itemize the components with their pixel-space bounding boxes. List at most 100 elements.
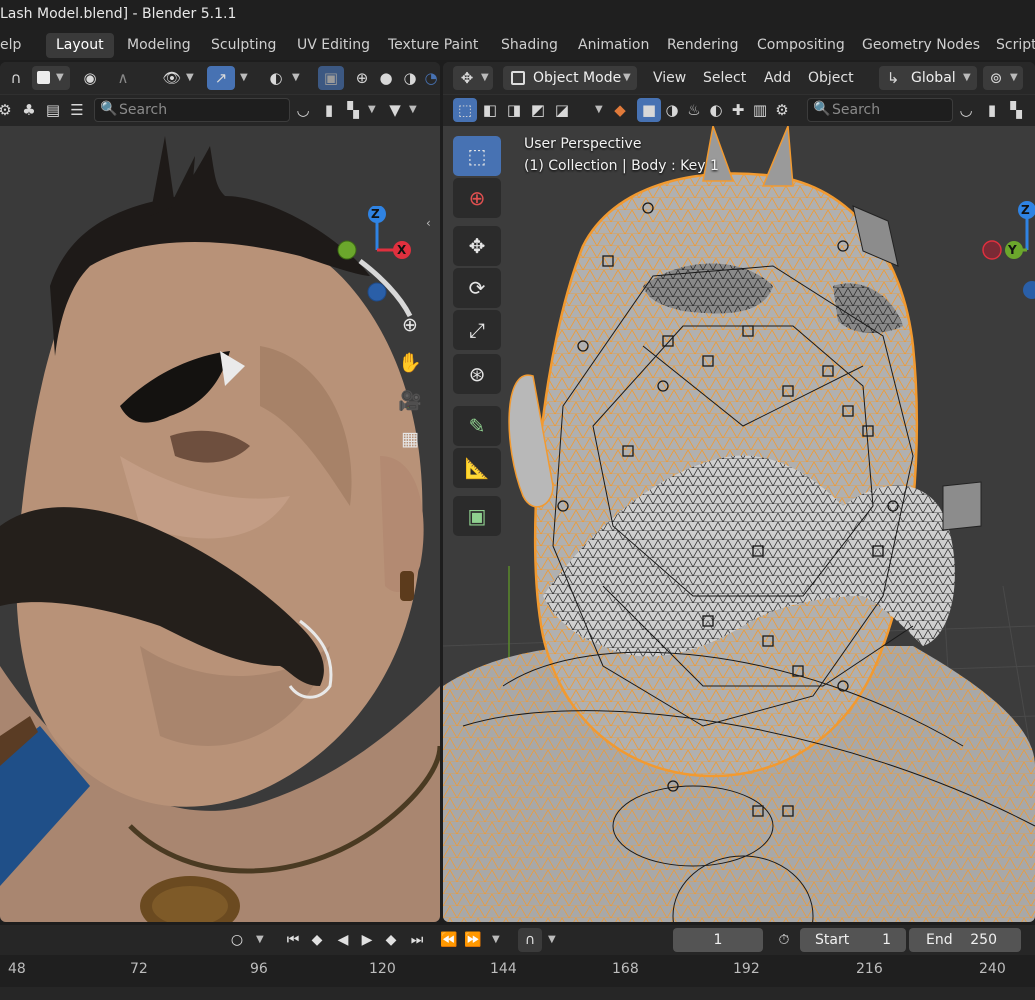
next-marker-icon[interactable]: ⏩ xyxy=(462,928,484,952)
right-search-input[interactable] xyxy=(832,101,948,119)
select-subtract-icon[interactable]: ◨ xyxy=(503,98,525,122)
transform-icon[interactable]: ▥ xyxy=(749,98,771,122)
cursor-tool[interactable]: ⊕ xyxy=(453,178,501,218)
object-types-icon[interactable]: ◆ xyxy=(609,98,631,122)
pan-hand-icon[interactable]: ✋ xyxy=(395,348,425,378)
solid-shading-icon[interactable]: ● xyxy=(374,66,398,90)
start-frame-field[interactable]: Start 1 xyxy=(800,928,906,952)
play-icon[interactable]: ▶ xyxy=(356,928,378,952)
transform-tool[interactable]: ⊛ xyxy=(453,354,501,394)
snap-icon[interactable]: ∩ xyxy=(4,66,28,90)
particles-icon[interactable]: ♨ xyxy=(683,98,705,122)
tab-sculpting[interactable]: Sculpting xyxy=(201,33,286,58)
current-frame-field[interactable]: 1 xyxy=(673,928,763,952)
tab-shading[interactable]: Shading xyxy=(491,33,568,58)
gizmo-toggle-button[interactable]: ↗ xyxy=(207,66,235,90)
proportional-edit-icon[interactable]: ◉ xyxy=(78,66,102,90)
modifiers-icon[interactable]: ⚙ xyxy=(771,98,793,122)
navigation-gizmo[interactable]: Y Z xyxy=(978,196,1035,306)
add-cube-tool[interactable]: ▣ xyxy=(453,496,501,536)
object-mode-dropdown[interactable]: Object Mode ▼ xyxy=(503,66,637,90)
left-search-field[interactable]: 🔍 xyxy=(94,98,290,122)
navigation-gizmo[interactable]: Z X xyxy=(330,205,440,306)
tab-uv-editing[interactable]: UV Editing xyxy=(287,33,380,58)
layout-icon[interactable]: ▚ xyxy=(342,98,364,122)
tab-scripting[interactable]: Script xyxy=(986,33,1035,58)
falloff-icon[interactable]: ∧ xyxy=(106,66,140,90)
prev-marker-icon[interactable]: ⏪ xyxy=(438,928,460,952)
editor-type-button[interactable]: ✥ ▼ xyxy=(453,66,493,90)
grid-icon[interactable]: ▦ xyxy=(395,424,425,454)
jump-start-icon[interactable]: ⏮ xyxy=(282,928,304,952)
add-cube-icon: ▣ xyxy=(467,504,487,528)
menu-help[interactable]: elp xyxy=(0,33,31,58)
select-box-mode-button[interactable]: ⬚ xyxy=(453,98,477,122)
constraints-icon[interactable]: ✚ xyxy=(727,98,749,122)
tab-compositing[interactable]: Compositing xyxy=(747,33,855,58)
tab-modeling[interactable]: Modeling xyxy=(117,33,201,58)
ruler-tick: 192 xyxy=(733,961,760,977)
curve-icon[interactable]: ◡ xyxy=(292,98,314,122)
prev-keyframe-icon[interactable]: ◆ xyxy=(306,928,328,952)
tab-geometry-nodes[interactable]: Geometry Nodes xyxy=(852,33,990,58)
chevron-down-icon: ▼ xyxy=(963,72,971,83)
rotate-tool[interactable]: ⟳ xyxy=(453,268,501,308)
bookmark-icon[interactable]: ▮ xyxy=(318,98,340,122)
select-extend-icon[interactable]: ◧ xyxy=(479,98,501,122)
object-mode-label: Object Mode xyxy=(533,70,622,86)
visibility-icon[interactable]: 👁 xyxy=(160,66,184,90)
menu-select[interactable]: Select xyxy=(703,66,746,90)
scale-tool[interactable]: ⤢ xyxy=(453,310,501,350)
wireframe-shading-icon[interactable]: ⊕ xyxy=(350,66,374,90)
bookmark-icon[interactable]: ▮ xyxy=(981,98,1003,122)
keyframe-circle-icon[interactable]: ○ xyxy=(226,928,248,952)
xray-toggle[interactable]: ▣ xyxy=(318,66,344,90)
right-search-field[interactable]: 🔍 xyxy=(807,98,953,122)
next-keyframe-icon[interactable]: ◆ xyxy=(380,928,402,952)
cursor-select-icon: ⬚ xyxy=(467,144,487,168)
menu-add[interactable]: Add xyxy=(764,66,791,90)
clock-icon[interactable]: ⏱ xyxy=(772,928,796,952)
shapes-icon[interactable]: ◐ xyxy=(705,98,727,122)
select-box-tool[interactable]: ⬚ xyxy=(453,136,501,176)
tab-rendering[interactable]: Rendering xyxy=(657,33,749,58)
timeline-ruler[interactable]: 48 72 96 120 144 168 192 216 240 xyxy=(0,955,1035,987)
annotate-tool[interactable]: ✎ xyxy=(453,406,501,446)
end-frame-field[interactable]: End 250 xyxy=(909,928,1021,952)
overlays-icon[interactable]: ◐ xyxy=(264,66,288,90)
left-search-input[interactable] xyxy=(119,101,285,119)
left-3d-viewport[interactable]: Z X ‹ ⊕ ✋ 🎥 ▦ xyxy=(0,126,440,922)
auto-keying-icon[interactable]: ∩ xyxy=(518,928,542,952)
funnel-icon[interactable]: ▼ xyxy=(384,98,406,122)
chevron-down-icon: ▼ xyxy=(56,72,64,83)
zoom-icon[interactable]: ⊕ xyxy=(395,310,425,340)
rendered-shading-icon[interactable]: ◔ xyxy=(422,66,440,90)
tab-animation[interactable]: Animation xyxy=(568,33,659,58)
measure-tool[interactable]: 📐 xyxy=(453,448,501,488)
right-3d-viewport[interactable]: User Perspective (1) Collection | Body :… xyxy=(443,123,1035,922)
settings-icon[interactable]: ⚙ xyxy=(0,98,16,122)
mesh-filter-button[interactable]: ■ xyxy=(637,98,661,122)
snap-target-dropdown[interactable]: ▼ xyxy=(32,66,70,90)
tab-layout[interactable]: Layout xyxy=(46,33,114,58)
curve-icon[interactable]: ◡ xyxy=(955,98,977,122)
transform-orientation-dropdown[interactable]: ↳ Global ▼ xyxy=(879,66,977,90)
sort-icon[interactable]: ☰ xyxy=(66,98,88,122)
menu-object[interactable]: Object xyxy=(808,66,854,90)
material-icon[interactable]: ◑ xyxy=(661,98,683,122)
layout-icon[interactable]: ▚ xyxy=(1005,98,1027,122)
filter-icon-a[interactable]: ♣ xyxy=(18,98,40,122)
menu-view[interactable]: View xyxy=(653,66,686,90)
move-tool[interactable]: ✥ xyxy=(453,226,501,266)
camera-icon[interactable]: 🎥 xyxy=(395,386,425,416)
material-shading-icon[interactable]: ◑ xyxy=(398,66,422,90)
sidebar-toggle-icon[interactable]: ‹ xyxy=(426,216,431,230)
snap-target-icon xyxy=(37,71,50,84)
filter-icon-b[interactable]: ▤ xyxy=(42,98,64,122)
pivot-dropdown[interactable]: ⊚ ▼ xyxy=(983,66,1023,90)
play-reverse-icon[interactable]: ◀ xyxy=(332,928,354,952)
jump-end-icon[interactable]: ⏭ xyxy=(406,928,428,952)
tab-texture-paint[interactable]: Texture Paint xyxy=(378,33,488,58)
select-invert-icon[interactable]: ◩ xyxy=(527,98,549,122)
select-intersect-icon[interactable]: ◪ xyxy=(551,98,573,122)
